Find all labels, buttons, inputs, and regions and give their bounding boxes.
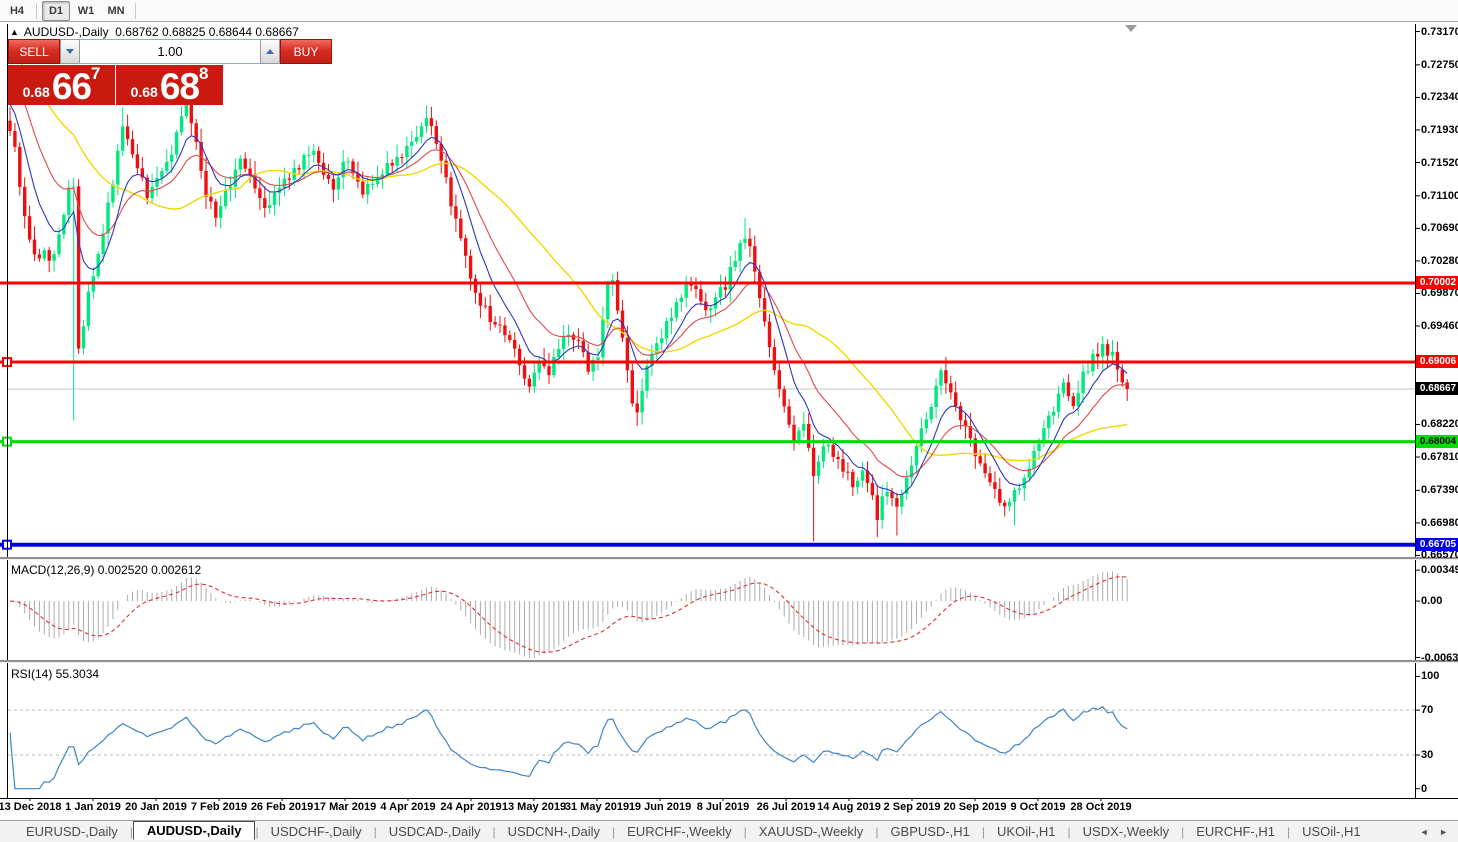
price-level-badge: 0.70002 [1416,276,1458,289]
macd-axis-tick: -0.00637 [1421,652,1458,664]
horizontal-level-lines[interactable] [0,283,1415,549]
price-axis-tick: 0.73170 [1421,26,1458,38]
price-axis-tick: 0.71930 [1421,124,1458,136]
price-level-badge: 0.69006 [1416,355,1458,368]
price-axis-tick: 0.70690 [1421,222,1458,234]
time-axis-label: 7 Feb 2019 [191,801,247,813]
price-axis-tick: 0.70280 [1421,255,1458,267]
time-axis-label: 20 Sep 2019 [944,801,1007,813]
tab-scroll-arrows[interactable]: ◄ ► [1420,827,1452,837]
chart-tab-audusd-daily[interactable]: AUDUSD-,Daily [133,821,256,840]
price-axis-tick: 0.66570 [1421,549,1458,561]
buy-button[interactable]: BUY [280,39,332,64]
rsi-axis-tick: 30 [1421,749,1433,761]
rsi-indicator-label: RSI(14) 55.3034 [11,667,99,681]
price-axis-tick: 0.69460 [1421,320,1458,332]
chart-symbol-title: AUDUSD-,Daily [24,25,109,39]
chart-tab-eurusd-daily[interactable]: EURUSD-,Daily [14,823,130,840]
time-axis-label: 2 Sep 2019 [884,801,941,813]
time-axis-label: 24 Apr 2019 [440,801,501,813]
buy-price-big: 68 [160,70,199,103]
time-axis-label: 31 May 2019 [565,801,629,813]
macd-indicator-label: MACD(12,26,9) 0.002520 0.002612 [11,563,201,577]
candlesticks [8,87,1129,541]
chart-shift-marker[interactable] [1125,25,1137,32]
chart-ohlc-header: ▲ AUDUSD-,Daily 0.68762 0.68825 0.68644 0… [10,25,299,39]
macd-histogram [10,572,1127,659]
price-axis-tick: 0.68220 [1421,418,1458,430]
volume-input[interactable] [80,39,260,64]
time-axis-label: 20 Jan 2019 [125,801,187,813]
chart-tab-bar: EURUSD-,Daily|AUDUSD-,Daily|USDCHF-,Dail… [0,820,1458,842]
triangle-up-icon [266,49,274,54]
time-axis-label: 8 Jul 2019 [697,801,750,813]
volume-increase-button[interactable] [260,39,280,64]
price-axis-tick: 0.72750 [1421,59,1458,71]
rsi-axis-tick: 0 [1421,783,1427,795]
price-axis-tick: 0.67810 [1421,451,1458,463]
price-axis-tick: 0.72340 [1421,91,1458,103]
buy-price-pip: 8 [199,67,208,81]
time-axis-label: 13 May 2019 [502,801,566,813]
ohlc-values: 0.68762 0.68825 0.68644 0.68667 [115,25,299,39]
time-axis-label: 17 Mar 2019 [314,801,376,813]
rsi-axis-tick: 100 [1421,670,1439,682]
sell-price-big: 66 [52,70,91,103]
time-axis-label: 13 Dec 2018 [0,801,62,813]
chart-tab-ukoil-h1[interactable]: UKOil-,H1 [985,823,1068,840]
time-axis-label: 28 Oct 2019 [1070,801,1131,813]
chart-tab-usdchf-daily[interactable]: USDCHF-,Daily [259,823,374,840]
sell-button[interactable]: SELL [8,39,60,64]
buy-price-prefix: 0.68 [131,81,158,103]
moving-averages [10,50,1127,495]
time-axis-label: 4 Apr 2019 [380,801,435,813]
main-macd-splitter[interactable] [0,557,1458,560]
price-level-badge: 0.68004 [1416,435,1458,448]
price-axis-tick: 0.71520 [1421,157,1458,169]
sell-price-prefix: 0.68 [23,81,50,103]
price-axis-tick: 0.67390 [1421,484,1458,496]
macd-axis-tick: 0.00 [1421,595,1442,607]
current-price-badge: 0.68667 [1416,382,1458,395]
chart-tab-usoil-h1[interactable]: USOil-,H1 [1290,823,1373,840]
volume-decrease-button[interactable] [60,39,80,64]
price-axis-tick: 0.66980 [1421,517,1458,529]
chart-tab-xauusd-weekly[interactable]: XAUUSD-,Weekly [747,823,876,840]
sell-price-quote[interactable]: 0.68667 [8,65,115,105]
one-click-trading-panel: SELL BUY 0.68667 0.68688 [8,39,223,105]
chart-tab-usdcnh-daily[interactable]: USDCNH-,Daily [496,823,612,840]
time-axis-label: 19 Jun 2019 [629,801,691,813]
time-axis-label: 1 Jan 2019 [65,801,121,813]
chart-tab-usdcad-daily[interactable]: USDCAD-,Daily [377,823,493,840]
time-axis-label: 26 Feb 2019 [251,801,313,813]
sell-price-pip: 7 [91,67,100,81]
price-level-badge: 0.66705 [1416,538,1458,551]
rsi-axis-tick: 70 [1421,704,1433,716]
rsi-line [8,707,1415,789]
trading-platform-window: H4D1W1MN ▲AUDUSD-,Daily 0.68762 0.68825 … [0,0,1458,842]
macd-axis-tick: 0.00349 [1421,564,1458,576]
collapse-panel-icon[interactable]: ▲ [10,27,19,37]
price-axis-tick: 0.69870 [1421,287,1458,299]
chart-tab-eurchf-h1[interactable]: EURCHF-,H1 [1184,823,1287,840]
time-axis-label: 26 Jul 2019 [757,801,816,813]
chart-tab-gbpusd-h1[interactable]: GBPUSD-,H1 [878,823,981,840]
buy-price-quote[interactable]: 0.68688 [116,65,223,105]
chart-tab-eurchf-weekly[interactable]: EURCHF-,Weekly [615,823,744,840]
time-axis-label: 9 Oct 2019 [1010,801,1065,813]
chart-tab-usdx-weekly[interactable]: USDX-,Weekly [1071,823,1181,840]
price-axis-tick: 0.71100 [1421,190,1458,202]
triangle-down-icon [66,49,74,54]
macd-rsi-splitter[interactable] [0,660,1458,663]
time-axis-label: 14 Aug 2019 [817,801,881,813]
price-chart-canvas[interactable] [0,0,1458,820]
